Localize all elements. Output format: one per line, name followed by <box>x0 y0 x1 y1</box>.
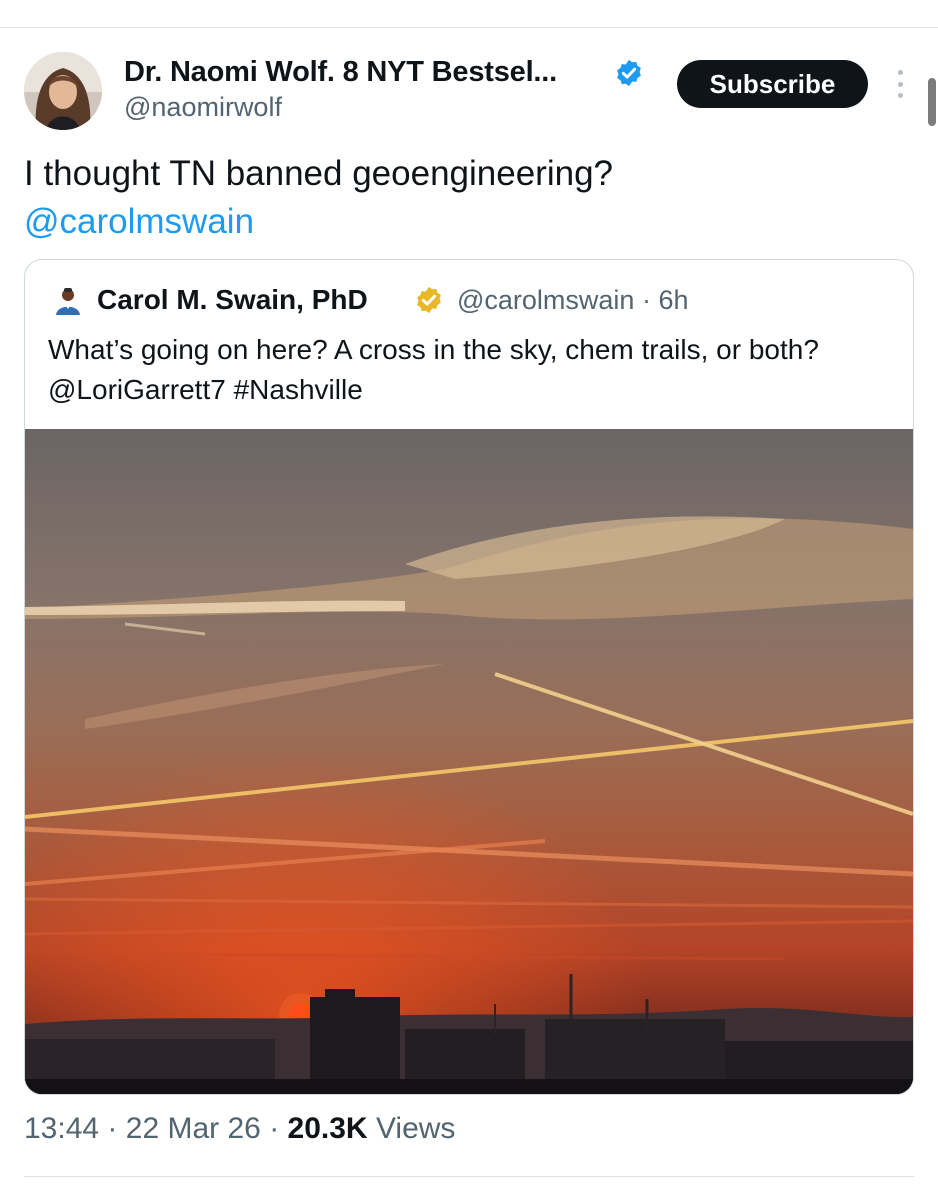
subscribe-button[interactable]: Subscribe <box>677 60 868 108</box>
quote-author-name[interactable]: Carol M. Swain, PhD <box>97 284 368 316</box>
author-avatar[interactable] <box>24 52 102 130</box>
tweet-text: I thought TN banned geoengineering? <box>24 154 614 193</box>
quote-handle-text: @carolmswain <box>457 285 635 315</box>
quote-author-avatar-icon <box>56 288 80 315</box>
scrollbar[interactable] <box>928 78 936 126</box>
bottom-divider <box>24 1176 914 1177</box>
tweet-date[interactable]: 22 Mar 26 <box>126 1112 261 1145</box>
tweet-meta: 13:44 · 22 Mar 26 · 20.3K Views <box>24 1112 455 1146</box>
mention-link[interactable]: @carolmswain <box>24 198 254 246</box>
meta-separator-2: · <box>269 1112 280 1145</box>
more-options-icon[interactable] <box>890 66 910 102</box>
avatar-photo-icon <box>24 52 102 130</box>
views-count: 20.3K <box>287 1112 368 1145</box>
top-divider <box>0 27 938 28</box>
views-label: Views <box>375 1112 456 1145</box>
author-handle[interactable]: @naomirwolf <box>124 92 282 123</box>
verified-gold-badge-icon <box>417 286 441 314</box>
tweet-time: 13:44 <box>24 1112 100 1145</box>
quoted-tweet-card[interactable]: Carol M. Swain, PhD @carolmswain · 6h Wh… <box>24 259 914 1095</box>
quote-author-handle[interactable]: @carolmswain · 6h <box>457 285 689 316</box>
meta-separator: · <box>107 1112 118 1145</box>
sunset-contrails-photo-icon[interactable] <box>25 429 913 1095</box>
quote-text: What’s going on here? A cross in the sky… <box>48 334 819 405</box>
quote-time: 6h <box>658 285 689 315</box>
quote-separator: · <box>641 285 651 315</box>
verified-badge-icon <box>617 59 641 87</box>
author-name[interactable]: Dr. Naomi Wolf. 8 NYT Bestsel... <box>124 56 557 89</box>
